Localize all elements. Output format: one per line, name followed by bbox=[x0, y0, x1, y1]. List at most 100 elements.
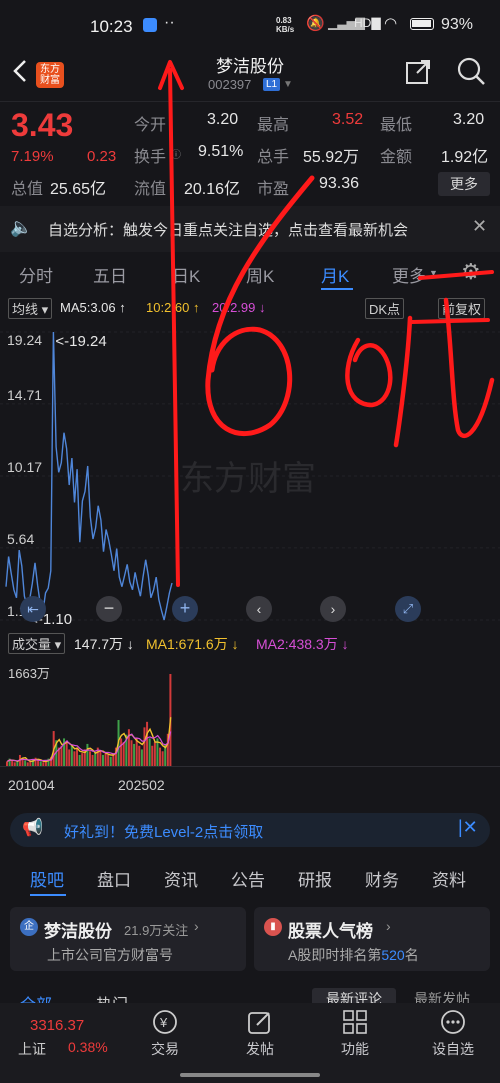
stock-code: 002397 bbox=[208, 77, 252, 92]
ma10-value: 10:2.60 ↑ bbox=[146, 300, 200, 315]
tab-order-book[interactable]: 盘口 bbox=[97, 866, 131, 891]
volume-bar bbox=[120, 738, 123, 766]
popularity-title: 股票人气榜 bbox=[288, 922, 373, 941]
scroll-right-button[interactable]: › bbox=[320, 596, 346, 622]
volume-bar bbox=[26, 762, 29, 766]
volume-bar bbox=[60, 745, 63, 766]
tab-day-k[interactable]: 日K bbox=[172, 262, 200, 287]
volume-indicator-selector[interactable]: 成交量 ▾ bbox=[8, 633, 66, 654]
close-promo-icon[interactable]: |✕ bbox=[458, 817, 478, 838]
tab-profile[interactable]: 资料 bbox=[432, 866, 466, 891]
active-subtab-indicator bbox=[30, 894, 66, 896]
trade-icon[interactable]: ¥ bbox=[152, 1009, 178, 1035]
tab-research[interactable]: 研报 bbox=[298, 866, 332, 891]
price-chart[interactable]: 东方财富 19.2414.7110.175.641.10 <-19.24 <-1… bbox=[0, 320, 500, 630]
code-dropdown-icon[interactable]: ▼ bbox=[283, 79, 293, 90]
level2-promo[interactable]: 📢 好礼到！免费Level-2点击领取 |✕ bbox=[10, 813, 490, 847]
y-tick-label: 5.64 bbox=[7, 531, 34, 547]
speaker-icon: 🔈 bbox=[10, 217, 33, 237]
volume-bar bbox=[81, 753, 84, 766]
volume-bar bbox=[70, 745, 73, 766]
tab-month-k[interactable]: 月K bbox=[321, 262, 349, 287]
volume-bar bbox=[89, 751, 91, 766]
zoom-in-button[interactable]: + bbox=[172, 596, 198, 622]
more-quote-button[interactable]: 更多 bbox=[438, 172, 490, 196]
adjust-button[interactable]: 前复权 bbox=[438, 298, 486, 319]
volume-bar bbox=[161, 751, 164, 766]
volume-bar bbox=[151, 745, 154, 766]
close-banner-icon[interactable]: ✕ bbox=[472, 216, 487, 237]
index-value: 3316.37 bbox=[30, 1017, 85, 1034]
home-indicator bbox=[180, 1073, 320, 1077]
more-dots-icon: ·· bbox=[164, 14, 175, 31]
tab-minute[interactable]: 分时 bbox=[19, 262, 53, 287]
tab-guba[interactable]: 股吧 bbox=[30, 866, 64, 891]
mute-icon: 🔕 bbox=[306, 15, 325, 32]
battery-icon bbox=[410, 18, 434, 30]
zoom-out-button[interactable]: − bbox=[96, 596, 122, 622]
functions-label[interactable]: 功能 bbox=[325, 1039, 385, 1059]
volume-bar bbox=[29, 761, 32, 766]
ma-selector[interactable]: 均线 ▾ bbox=[8, 298, 53, 319]
info-icon[interactable]: ⓘ bbox=[171, 146, 181, 161]
tab-week-k[interactable]: 周K bbox=[246, 262, 274, 287]
volume-bar bbox=[138, 745, 141, 766]
watchlist-dots-icon[interactable] bbox=[440, 1009, 466, 1035]
tab-news[interactable]: 资讯 bbox=[164, 866, 198, 891]
level-badge: L1 bbox=[263, 78, 281, 91]
promo-text: 好礼到！免费Level-2点击领取 bbox=[64, 824, 264, 841]
app-notification-icon bbox=[143, 18, 157, 32]
wifi-icon: ◠ bbox=[384, 15, 398, 32]
popularity-card[interactable]: ▮ 股票人气榜 › A股即时排名第520名 bbox=[254, 907, 490, 971]
mktcap-label: 总值 bbox=[11, 181, 44, 198]
bottom-nav: 3316.37 上证 0.38% ¥ 交易 发帖 功能 设自选 bbox=[0, 1003, 500, 1083]
volume-bar bbox=[159, 747, 162, 766]
tab-more[interactable]: 更多 bbox=[392, 262, 426, 287]
x-tick-start: 201004 bbox=[8, 777, 55, 793]
move-left-icon[interactable]: ⇤ bbox=[20, 596, 46, 622]
max-price-label: <-19.24 bbox=[55, 333, 106, 350]
search-button[interactable] bbox=[456, 56, 486, 91]
post-label[interactable]: 发帖 bbox=[230, 1039, 290, 1059]
volume-bar bbox=[153, 742, 156, 766]
share-button[interactable] bbox=[404, 58, 432, 91]
official-account-card[interactable]: 企 梦洁股份 21.9万关注 › 上市公司官方财富号 bbox=[10, 907, 246, 971]
low-value: 3.20 bbox=[453, 111, 485, 128]
dk-point-button[interactable]: DK点 bbox=[365, 298, 405, 319]
volume-bar bbox=[133, 743, 136, 766]
volume-bar bbox=[6, 761, 8, 766]
change-percent: 7.19% bbox=[11, 148, 54, 165]
megaphone-icon: 📢 bbox=[22, 818, 44, 837]
analysis-banner[interactable]: 🔈 自选分析：触发今日重点关注自选，点击查看最新机会 ✕ bbox=[0, 206, 500, 252]
volume-bar bbox=[104, 753, 107, 766]
tab-five-day[interactable]: 五日 bbox=[93, 262, 127, 287]
banner-text: 自选分析：触发今日重点关注自选，点击查看最新机会 bbox=[48, 222, 409, 239]
last-price: 3.43 bbox=[11, 107, 74, 143]
volume-bar bbox=[24, 760, 27, 766]
settings-gear-icon[interactable]: ⚙ bbox=[461, 259, 481, 285]
volume-value: 55.92万 bbox=[303, 149, 360, 166]
volume-chart[interactable] bbox=[0, 658, 500, 770]
functions-grid-icon[interactable] bbox=[342, 1009, 368, 1035]
tab-announcements[interactable]: 公告 bbox=[231, 866, 265, 891]
x-tick-end: 202502 bbox=[118, 777, 165, 793]
volume-bar bbox=[65, 742, 68, 766]
post-icon[interactable] bbox=[247, 1009, 273, 1035]
volume-bar bbox=[37, 760, 40, 766]
index-change: 0.38% bbox=[68, 1039, 108, 1055]
clock: 10:23 bbox=[90, 17, 133, 36]
y-tick-label: 10.17 bbox=[7, 459, 42, 475]
scroll-left-button[interactable]: ‹ bbox=[246, 596, 272, 622]
add-watchlist-label[interactable]: 设自选 bbox=[423, 1039, 483, 1059]
pe-label: 市盈 bbox=[257, 181, 290, 198]
tab-financials[interactable]: 财务 bbox=[365, 866, 399, 891]
volume-bar bbox=[86, 743, 89, 766]
battery-level: 93% bbox=[441, 16, 474, 33]
volume-bar bbox=[42, 762, 45, 766]
more-dropdown-icon: ▼ bbox=[429, 268, 438, 278]
volume-bar bbox=[130, 740, 133, 766]
fullscreen-icon[interactable]: ⤢ bbox=[395, 596, 421, 622]
volume-bar bbox=[143, 727, 146, 766]
trade-label[interactable]: 交易 bbox=[135, 1039, 195, 1059]
share-icon bbox=[406, 60, 430, 84]
